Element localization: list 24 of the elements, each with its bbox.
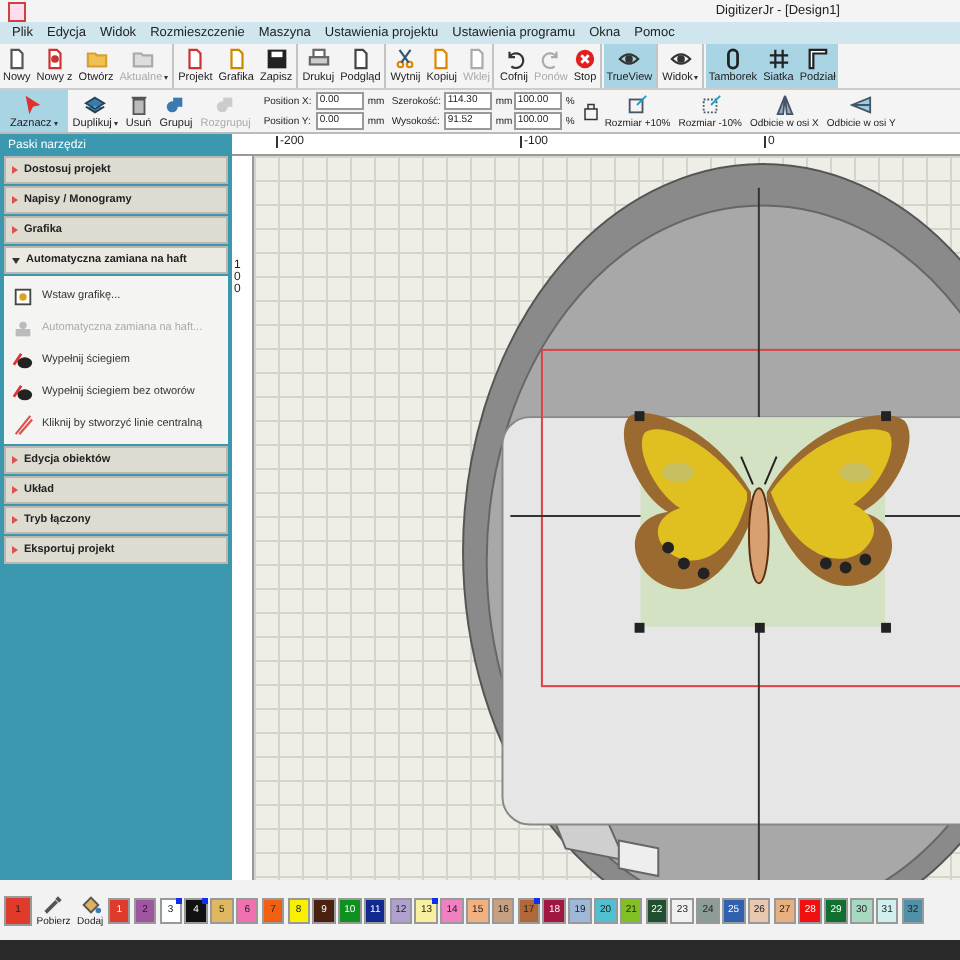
eyedropper-icon xyxy=(42,893,65,915)
folder-icon xyxy=(85,48,107,70)
line-icon xyxy=(12,413,34,435)
eye-icon xyxy=(669,48,692,70)
resize-icon xyxy=(699,93,722,115)
layers-icon xyxy=(84,93,107,115)
grid-icon xyxy=(767,48,790,70)
fill-icon xyxy=(12,349,34,371)
scissors-icon xyxy=(394,48,417,70)
shapes-icon xyxy=(164,93,187,115)
hoop-icon xyxy=(721,48,744,70)
pointer-icon xyxy=(22,93,45,115)
undo-icon xyxy=(503,48,525,70)
picture-insert-icon xyxy=(12,285,34,307)
eye-icon xyxy=(618,48,641,70)
redo-icon xyxy=(539,48,562,70)
mirror-icon xyxy=(850,93,873,115)
folder-icon xyxy=(132,48,155,70)
fill-icon xyxy=(12,381,34,403)
ruler-icon xyxy=(806,48,829,70)
shapes-icon xyxy=(214,93,237,115)
app-logo-icon xyxy=(8,1,26,21)
paint-bucket-icon xyxy=(79,893,102,915)
resize-icon xyxy=(626,93,649,115)
